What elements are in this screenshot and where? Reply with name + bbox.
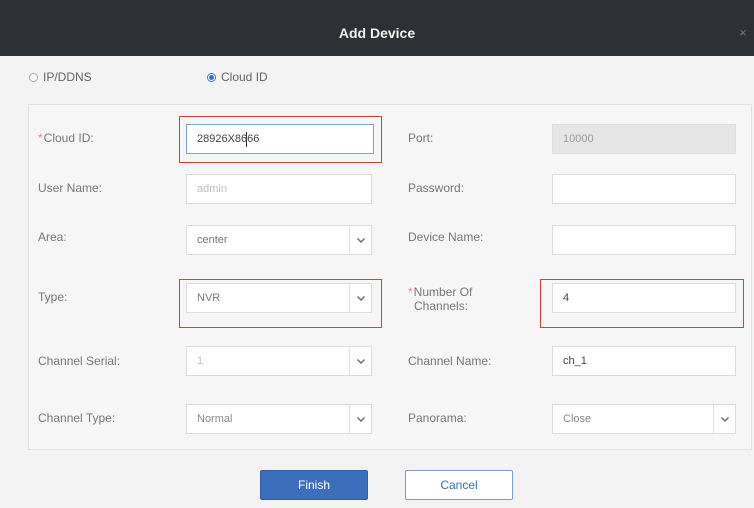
channel-name-label: Channel Name:	[408, 354, 492, 368]
port-label: Port:	[408, 131, 434, 145]
channel-name-value: ch_1	[563, 355, 587, 367]
cloud-id-value: 28926X8666	[197, 133, 260, 145]
channel-serial-label: Channel Serial:	[38, 354, 121, 368]
area-select[interactable]: center	[186, 225, 372, 255]
panorama-select[interactable]: Close	[552, 404, 736, 434]
chevron-down-icon[interactable]	[349, 405, 371, 433]
area-value: center	[197, 234, 228, 246]
channel-serial-select[interactable]: 1	[186, 346, 372, 376]
cloud-id-label: *Cloud ID:	[38, 131, 94, 145]
chevron-down-icon[interactable]	[713, 405, 735, 433]
panorama-value: Close	[563, 413, 592, 425]
password-input[interactable]	[552, 174, 736, 204]
channel-type-select[interactable]: Normal	[186, 404, 372, 434]
channel-serial-value: 1	[197, 355, 204, 367]
text-caret	[246, 132, 247, 147]
chevron-down-icon[interactable]	[349, 284, 371, 312]
radio-cloud-id[interactable]: Cloud ID	[207, 62, 268, 92]
radio-ip-ddns[interactable]: IP/DDNS	[29, 62, 92, 92]
password-label: Password:	[408, 181, 465, 195]
add-device-dialog: Add Device × IP/DDNS Cloud ID *Cloud ID:…	[0, 0, 754, 508]
required-asterisk: *	[408, 285, 413, 299]
user-name-input[interactable]: admin	[186, 174, 372, 204]
close-icon[interactable]: ×	[736, 26, 750, 40]
user-name-value: admin	[197, 183, 227, 195]
chevron-down-icon[interactable]	[349, 226, 371, 254]
radio-label-ip-ddns: IP/DDNS	[43, 70, 92, 84]
user-name-label: User Name:	[38, 181, 103, 195]
chevron-down-icon[interactable]	[349, 347, 371, 375]
device-name-label: Device Name:	[408, 230, 484, 244]
radio-label-cloud-id: Cloud ID	[221, 70, 268, 84]
required-asterisk: *	[38, 131, 43, 145]
channels-label: *Number Of Channels:	[408, 285, 473, 313]
channel-type-label: Channel Type:	[38, 411, 116, 425]
device-name-input[interactable]	[552, 225, 736, 255]
channels-input[interactable]: 4	[552, 283, 736, 313]
type-label: Type:	[38, 290, 68, 304]
finish-button[interactable]: Finish	[260, 470, 368, 500]
dialog-title: Add Device	[338, 25, 416, 41]
cancel-button[interactable]: Cancel	[405, 470, 513, 500]
radio-button-ip-ddns[interactable]	[29, 72, 38, 82]
port-input: 10000	[552, 124, 736, 154]
port-value: 10000	[563, 133, 594, 145]
area-label: Area:	[38, 230, 67, 244]
dialog-titlebar: Add Device ×	[0, 0, 754, 56]
device-form-panel	[28, 104, 752, 450]
cloud-id-input[interactable]: 28926X8666	[186, 124, 374, 154]
type-value: NVR	[197, 292, 221, 304]
type-select[interactable]: NVR	[186, 283, 372, 313]
channels-value: 4	[563, 292, 570, 304]
channel-type-value: Normal	[197, 413, 233, 425]
radio-button-cloud-id[interactable]	[207, 72, 216, 82]
panorama-label: Panorama:	[408, 411, 467, 425]
channel-name-input[interactable]: ch_1	[552, 346, 736, 376]
